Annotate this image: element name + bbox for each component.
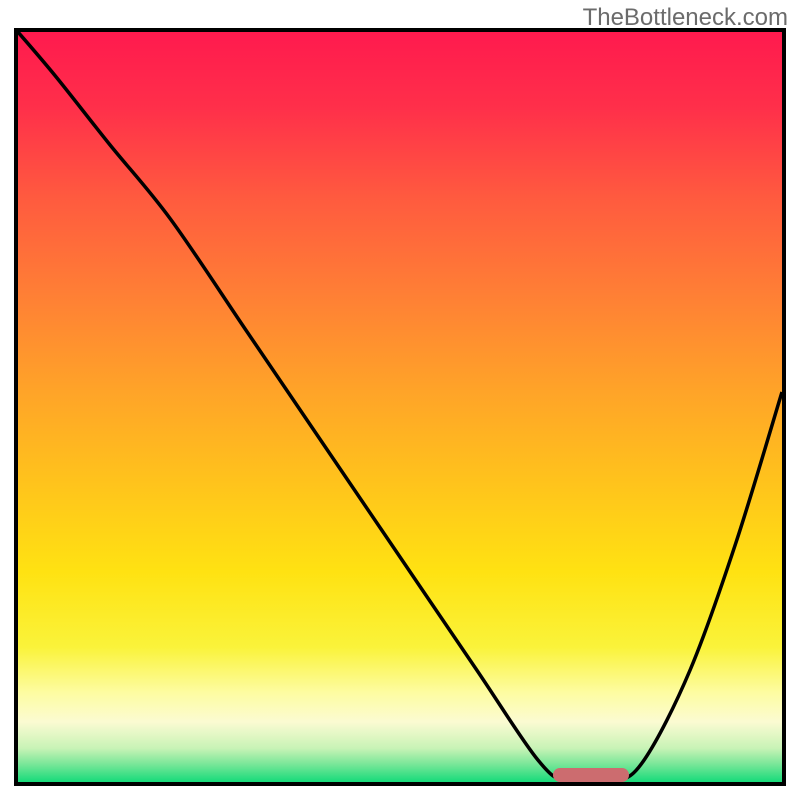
curve-layer	[18, 32, 782, 782]
plot-frame	[14, 28, 786, 786]
bottleneck-curve	[18, 32, 782, 782]
chart-container: TheBottleneck.com	[0, 0, 800, 800]
optimal-range-highlight	[553, 768, 629, 782]
